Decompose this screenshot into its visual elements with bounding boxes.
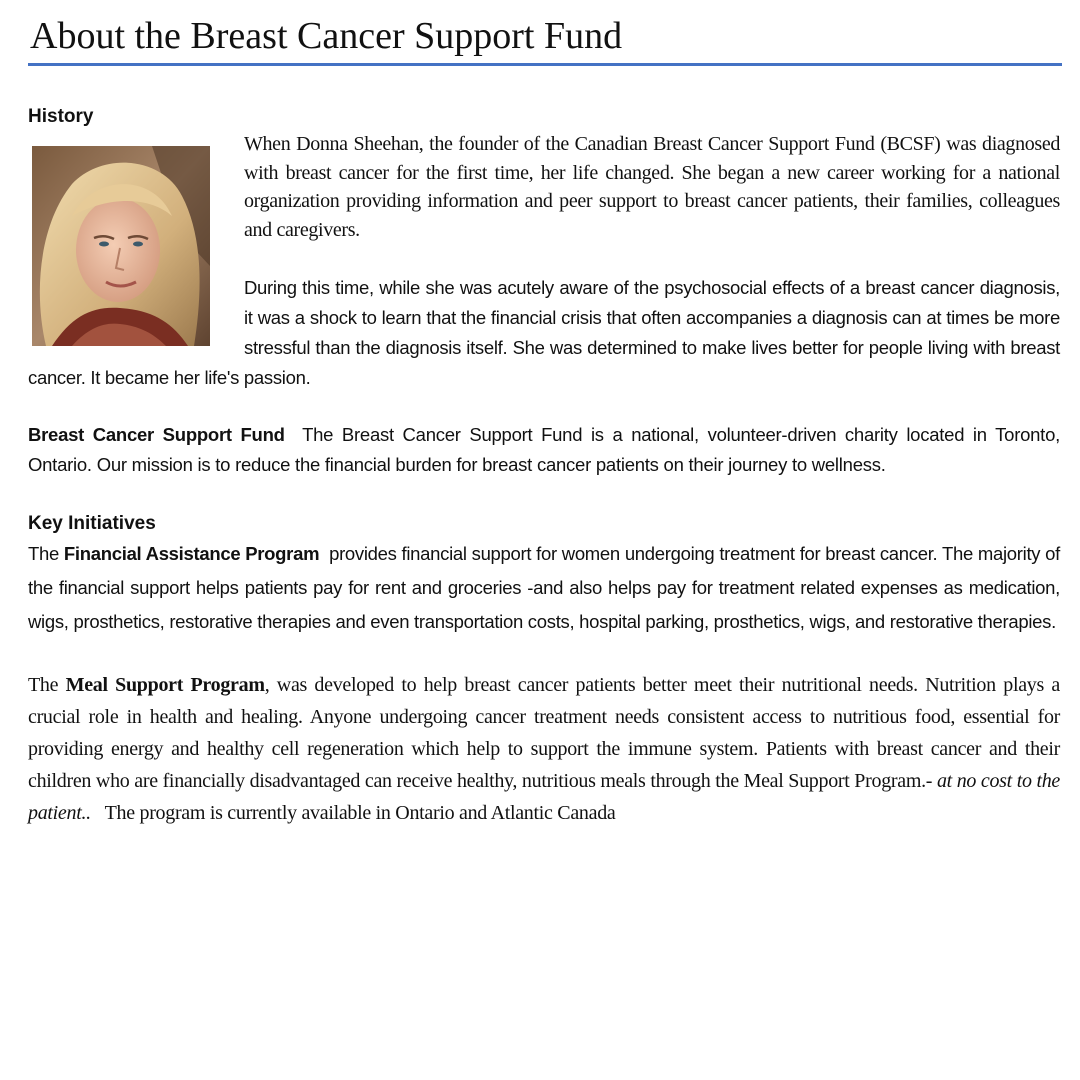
meal-suffix: The program is currently available in On… bbox=[90, 802, 616, 824]
page-title: About the Breast Cancer Support Fund bbox=[30, 15, 623, 57]
fap-prefix: The bbox=[28, 543, 64, 564]
bcsf-paragraph: Breast Cancer Support Fund The Breast Ca… bbox=[28, 420, 1060, 480]
founder-portrait bbox=[32, 146, 210, 346]
meal-program-name: Meal Support Program bbox=[65, 674, 265, 696]
title-divider bbox=[28, 63, 1062, 66]
history-heading: History bbox=[28, 106, 94, 127]
meal-prefix: The bbox=[28, 674, 66, 696]
fap-program-name: Financial Assistance Program bbox=[63, 543, 320, 564]
meal-support-paragraph: The Meal Support Program, was developed … bbox=[28, 669, 1060, 829]
history-section: When Donna Sheehan, the founder of the C… bbox=[28, 130, 1060, 393]
bcsf-lead: Breast Cancer Support Fund bbox=[28, 424, 285, 445]
document-page: About the Breast Cancer Support Fund His… bbox=[28, 0, 1062, 829]
key-initiatives-heading: Key Initiatives bbox=[28, 513, 156, 534]
financial-assistance-paragraph: The Financial Assistance Program provide… bbox=[28, 537, 1060, 639]
